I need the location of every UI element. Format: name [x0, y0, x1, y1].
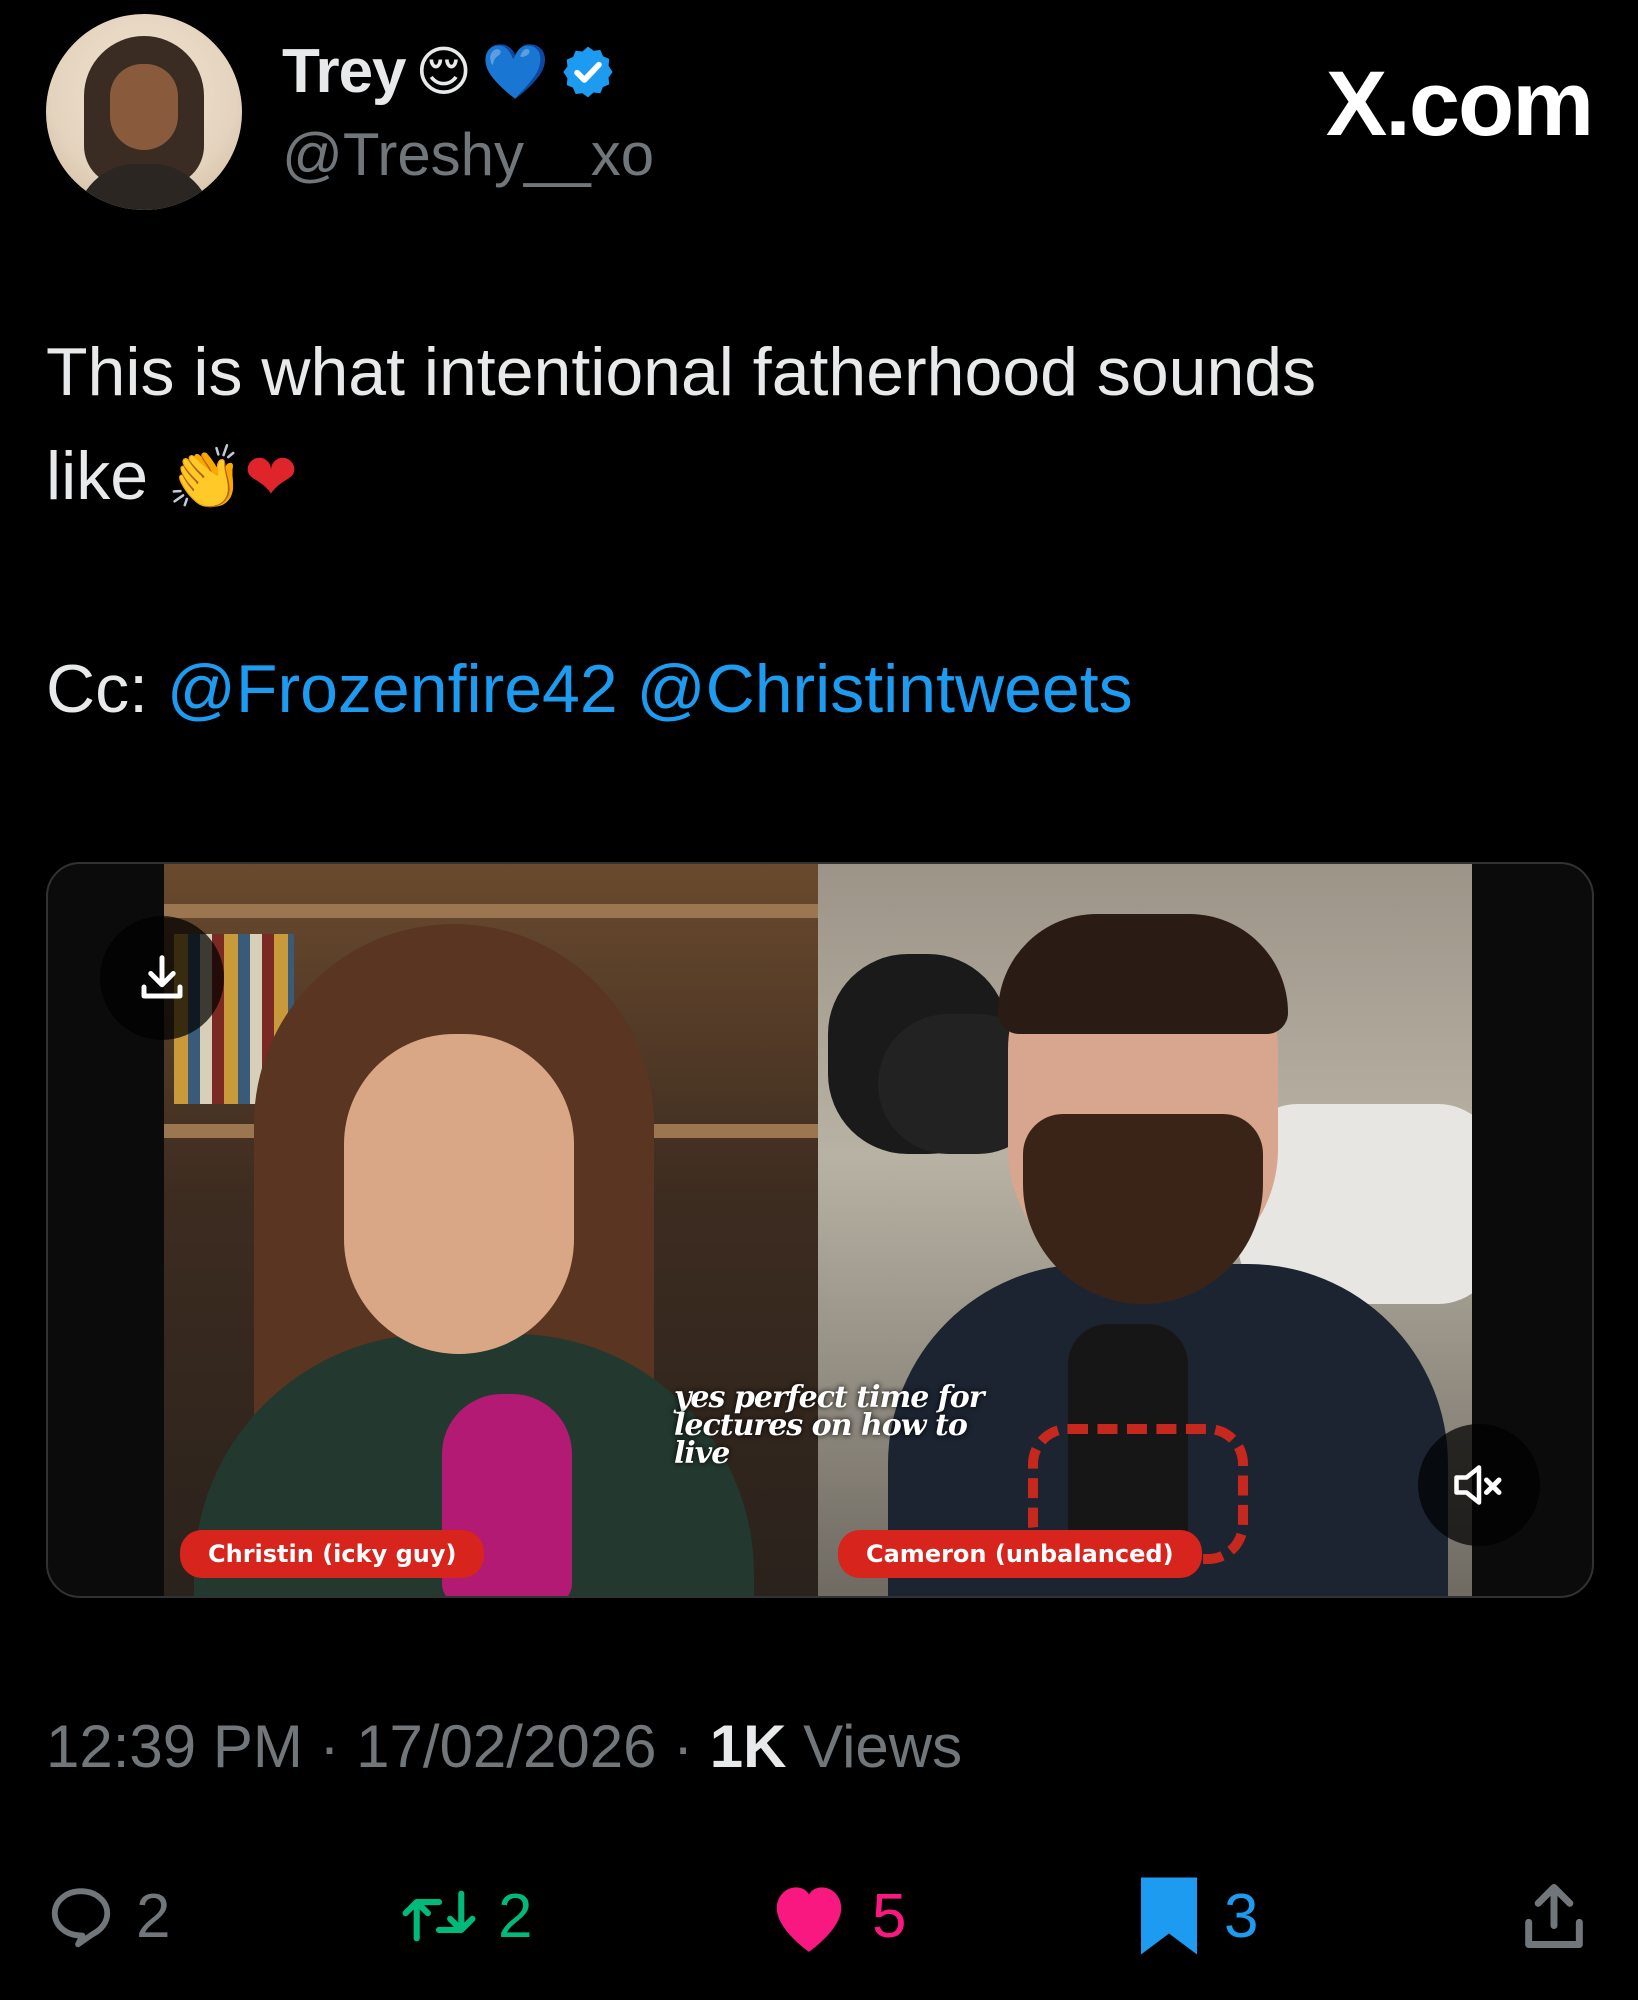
meta-separator-2: · [673, 1713, 694, 1780]
download-button[interactable] [100, 916, 224, 1040]
retweet-button[interactable]: 2 [400, 1866, 532, 1966]
download-icon [141, 955, 183, 999]
video-player[interactable]: yes perfect time for lectures on how to … [46, 862, 1594, 1598]
red-heart-emoji: ❤ [244, 441, 298, 515]
tweet-body: This is what intentional fatherhood soun… [46, 320, 1586, 530]
views-label: Views [803, 1713, 963, 1780]
man-hair [998, 914, 1288, 1034]
relieved-face-emoji: 😌 [415, 39, 472, 103]
tweet-time[interactable]: 12:39 PM [46, 1713, 303, 1780]
bookmark-count: 3 [1224, 1881, 1259, 1951]
author-name[interactable]: Trey [282, 36, 407, 107]
clapping-hands-emoji: 👏 [166, 441, 245, 514]
name-tag-right: Cameron (unbalanced) [838, 1530, 1202, 1578]
author-avatar[interactable] [46, 14, 242, 210]
reply-count: 2 [136, 1881, 171, 1951]
reply-icon [51, 1888, 111, 1948]
meta-separator: · [319, 1713, 340, 1780]
retweet-count: 2 [498, 1881, 533, 1951]
author-handle[interactable]: @Treshy__xo [282, 120, 654, 189]
mention-link-christintweets[interactable]: @Christintweets [637, 651, 1133, 727]
name-tag-left: Christin (icky guy) [180, 1530, 485, 1578]
cc-label: Cc: [46, 651, 148, 727]
like-count: 5 [872, 1881, 907, 1951]
mention-link-frozenfire42[interactable]: @Frozenfire42 [167, 651, 618, 727]
mute-toggle-button[interactable] [1418, 1424, 1540, 1546]
like-button[interactable]: 5 [766, 1866, 906, 1966]
tweet-cc-line: Cc: @Frozenfire42 @Christintweets [46, 650, 1133, 728]
tweet-text-line-2: like 👏❤ [46, 424, 1586, 530]
video-left-panel [164, 864, 818, 1596]
tweet-text-line-1: This is what intentional fatherhood soun… [46, 334, 1317, 410]
avatar-face [110, 64, 178, 150]
bookmark-filled-icon [1141, 1877, 1197, 1955]
blue-heart-emoji: 💙 [481, 39, 550, 103]
share-button[interactable] [1516, 1866, 1592, 1966]
views-count: 1K [709, 1713, 787, 1780]
video-caption: yes perfect time for lectures on how to … [674, 1380, 985, 1471]
verified-badge-icon[interactable] [559, 43, 617, 101]
bookshelf-top [164, 904, 818, 918]
tweet-text-like: like [46, 438, 149, 514]
tweet-date[interactable]: 17/02/2026 [356, 1713, 656, 1780]
share-icon [1525, 1884, 1583, 1948]
author-name-row: Trey 😌 💙 [282, 36, 617, 107]
video-right-panel [818, 864, 1472, 1596]
speaker-muted-icon [1454, 1465, 1502, 1505]
bookmark-button[interactable]: 3 [1134, 1866, 1258, 1966]
tweet-header: Trey 😌 💙 @Treshy__xo X.com [46, 14, 1594, 214]
tweet-actions-bar: 2 2 5 3 [46, 1866, 1592, 1966]
heart-filled-icon [776, 1887, 842, 1952]
reply-button[interactable]: 2 [46, 1866, 170, 1966]
woman-face [344, 1034, 574, 1354]
retweet-icon [402, 1890, 476, 1942]
brand-watermark: X.com [1325, 53, 1594, 155]
tweet-meta: 12:39 PM · 17/02/2026 · 1K Views [46, 1712, 962, 1781]
